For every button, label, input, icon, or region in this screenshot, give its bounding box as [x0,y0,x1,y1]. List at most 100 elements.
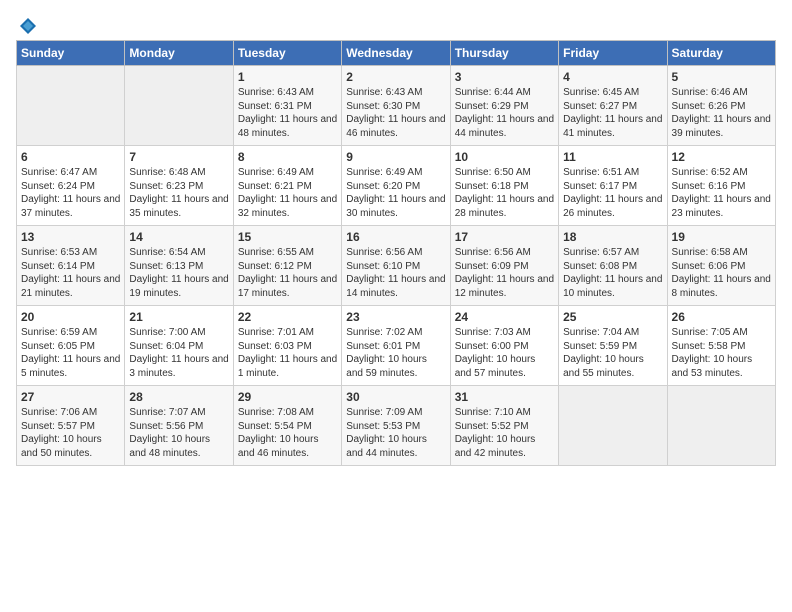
calendar-cell: 23Sunrise: 7:02 AMSunset: 6:01 PMDayligh… [342,306,450,386]
day-number: 6 [21,150,120,164]
day-content: Sunrise: 6:58 AMSunset: 6:06 PMDaylight:… [672,246,771,300]
sunrise-text: Sunrise: 6:48 AM [129,166,228,180]
day-content: Sunrise: 6:50 AMSunset: 6:18 PMDaylight:… [455,166,554,220]
calendar-cell: 20 Sunrise: 6:59 AMSunset: 6:05 PMDayligh… [17,306,125,386]
day-content: Sunrise: 6:55 AMSunset: 6:12 PMDaylight:… [238,246,337,300]
sunset-text: Sunset: 6:09 PM [455,260,554,274]
sunset-text: Sunset: 6:24 PM [21,180,120,194]
sunrise-text: Sunrise: 6:57 AM [563,246,662,260]
day-header-thursday: Thursday [450,41,558,66]
sunrise-text: Sunrise: 6:56 AM [346,246,445,260]
day-content: Sunrise: 6:46 AMSunset: 6:26 PMDaylight:… [672,86,771,140]
day-number: 20 [21,310,120,324]
sunset-text: Sunset: 5:52 PM [455,420,554,434]
day-content: Sunrise: 6:56 AMSunset: 6:10 PMDaylight:… [346,246,445,300]
page-header [16,16,776,32]
day-content: Sunrise: 7:04 AMSunset: 5:59 PMDaylight:… [563,326,662,380]
sunrise-text: Sunrise: 6:47 AM [21,166,120,180]
calendar-cell [17,66,125,146]
calendar-cell: 21Sunrise: 7:00 AMSunset: 6:04 PMDayligh… [125,306,233,386]
day-number: 23 [346,310,445,324]
sunset-text: Sunset: 6:26 PM [672,100,771,114]
sunrise-text: Sunrise: 6:44 AM [455,86,554,100]
day-number: 15 [238,230,337,244]
calendar-cell: 26Sunrise: 7:05 AMSunset: 5:58 PMDayligh… [667,306,775,386]
day-content: Sunrise: 6:59 AMSunset: 6:05 PMDaylight:… [21,326,120,380]
calendar-header-row: SundayMondayTuesdayWednesdayThursdayFrid… [17,41,776,66]
calendar-cell: 14Sunrise: 6:54 AMSunset: 6:13 PMDayligh… [125,226,233,306]
daylight-text: Daylight: 11 hours and 28 minutes. [455,193,554,220]
day-number: 8 [238,150,337,164]
calendar-cell: 15 Sunrise: 6:55 AMSunset: 6:12 PMDayligh… [233,226,341,306]
sunset-text: Sunset: 6:17 PM [563,180,662,194]
calendar-week-row: 27Sunrise: 7:06 AMSunset: 5:57 PMDayligh… [17,386,776,466]
sunset-text: Sunset: 6:18 PM [455,180,554,194]
day-content: Sunrise: 7:07 AMSunset: 5:56 PMDaylight:… [129,406,228,460]
sunset-text: Sunset: 5:53 PM [346,420,445,434]
calendar-cell: 30Sunrise: 7:09 AMSunset: 5:53 PMDayligh… [342,386,450,466]
calendar-cell: 27Sunrise: 7:06 AMSunset: 5:57 PMDayligh… [17,386,125,466]
daylight-text: Daylight: 11 hours and 19 minutes. [129,273,228,300]
logo [16,16,38,32]
day-header-saturday: Saturday [667,41,775,66]
day-number: 21 [129,310,228,324]
sunset-text: Sunset: 6:13 PM [129,260,228,274]
calendar-cell: 17Sunrise: 6:56 AMSunset: 6:09 PMDayligh… [450,226,558,306]
sunset-text: Sunset: 5:57 PM [21,420,120,434]
sunset-text: Sunset: 6:08 PM [563,260,662,274]
day-content: Sunrise: 6:49 AMSunset: 6:21 PMDaylight:… [238,166,337,220]
daylight-text: Daylight: 11 hours and 3 minutes. [129,353,228,380]
calendar-cell [125,66,233,146]
calendar-cell: 5 Sunrise: 6:46 AMSunset: 6:26 PMDaylight… [667,66,775,146]
calendar-cell: 31Sunrise: 7:10 AMSunset: 5:52 PMDayligh… [450,386,558,466]
day-number: 12 [672,150,771,164]
day-number: 29 [238,390,337,404]
day-number: 5 [672,70,771,84]
sunset-text: Sunset: 5:54 PM [238,420,337,434]
daylight-text: Daylight: 11 hours and 39 minutes. [672,113,771,140]
sunset-text: Sunset: 5:59 PM [563,340,662,354]
daylight-text: Daylight: 10 hours and 42 minutes. [455,433,554,460]
day-content: Sunrise: 6:51 AMSunset: 6:17 PMDaylight:… [563,166,662,220]
sunset-text: Sunset: 6:23 PM [129,180,228,194]
sunrise-text: Sunrise: 6:58 AM [672,246,771,260]
sunrise-text: Sunrise: 6:53 AM [21,246,120,260]
day-number: 3 [455,70,554,84]
day-number: 7 [129,150,228,164]
daylight-text: Daylight: 11 hours and 30 minutes. [346,193,445,220]
daylight-text: Daylight: 11 hours and 48 minutes. [238,113,337,140]
sunset-text: Sunset: 6:16 PM [672,180,771,194]
sunrise-text: Sunrise: 6:43 AM [346,86,445,100]
sunrise-text: Sunrise: 7:00 AM [129,326,228,340]
calendar-week-row: 6Sunrise: 6:47 AMSunset: 6:24 PMDaylight… [17,146,776,226]
sunset-text: Sunset: 6:20 PM [346,180,445,194]
calendar-cell: 3Sunrise: 6:44 AMSunset: 6:29 PMDaylight… [450,66,558,146]
daylight-text: Daylight: 11 hours and 26 minutes. [563,193,662,220]
sunrise-text: Sunrise: 6:55 AM [238,246,337,260]
daylight-text: Daylight: 10 hours and 55 minutes. [563,353,662,380]
sunrise-text: Sunrise: 6:52 AM [672,166,771,180]
day-content: Sunrise: 6:48 AMSunset: 6:23 PMDaylight:… [129,166,228,220]
day-content: Sunrise: 6:54 AMSunset: 6:13 PMDaylight:… [129,246,228,300]
day-number: 4 [563,70,662,84]
sunset-text: Sunset: 6:12 PM [238,260,337,274]
day-number: 2 [346,70,445,84]
calendar-cell: 6 Sunrise: 6:47 AMSunset: 6:24 PMDaylight… [17,146,125,226]
sunrise-text: Sunrise: 6:49 AM [346,166,445,180]
sunset-text: Sunset: 5:58 PM [672,340,771,354]
sunset-text: Sunset: 6:30 PM [346,100,445,114]
sunrise-text: Sunrise: 7:01 AM [238,326,337,340]
daylight-text: Daylight: 11 hours and 37 minutes. [21,193,120,220]
calendar-cell: 18Sunrise: 6:57 AMSunset: 6:08 PMDayligh… [559,226,667,306]
sunset-text: Sunset: 6:01 PM [346,340,445,354]
daylight-text: Daylight: 10 hours and 44 minutes. [346,433,445,460]
sunset-text: Sunset: 6:05 PM [21,340,120,354]
sunset-text: Sunset: 6:29 PM [455,100,554,114]
calendar-week-row: 20 Sunrise: 6:59 AMSunset: 6:05 PMDayligh… [17,306,776,386]
sunset-text: Sunset: 6:27 PM [563,100,662,114]
day-content: Sunrise: 6:43 AMSunset: 6:31 PMDaylight:… [238,86,337,140]
day-number: 17 [455,230,554,244]
sunrise-text: Sunrise: 6:46 AM [672,86,771,100]
day-content: Sunrise: 7:05 AMSunset: 5:58 PMDaylight:… [672,326,771,380]
daylight-text: Daylight: 11 hours and 41 minutes. [563,113,662,140]
